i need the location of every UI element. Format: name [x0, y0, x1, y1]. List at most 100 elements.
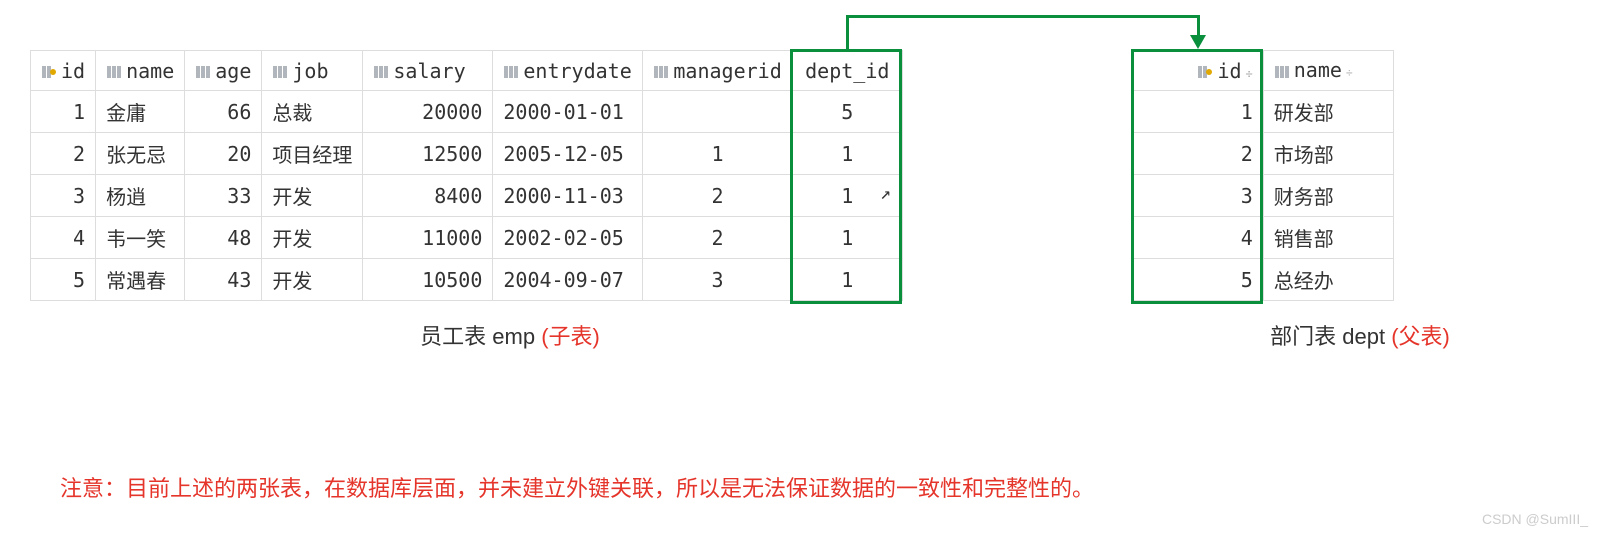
table-row[interactable]: 1金庸66总裁200002000-01-01 5 — [31, 91, 903, 133]
connector-line — [1197, 15, 1200, 37]
emp-header-age-label: age — [215, 59, 251, 83]
emp-header-age[interactable]: age — [185, 51, 262, 91]
emp-header-job[interactable]: job — [262, 51, 363, 91]
dept-caption-red: (父表) — [1391, 324, 1450, 349]
cell-salary: 11000 — [363, 217, 493, 259]
cell-entrydate: 2004-09-07 — [493, 259, 643, 301]
cell-name: 金庸 — [96, 91, 185, 133]
cell-id: 3 — [31, 175, 96, 217]
dept-header-id[interactable]: id ÷ — [1133, 51, 1263, 91]
emp-header-name[interactable]: name — [96, 51, 185, 91]
cell-managerid: 2 — [643, 217, 792, 259]
cell-salary: 8400 — [363, 175, 493, 217]
table-row[interactable]: 3杨逍33开发84002000-11-0321 — [31, 175, 903, 217]
cell-id: 1 — [1133, 91, 1263, 133]
dept-header-id-label: id — [1217, 59, 1241, 83]
cell-id: 5 — [31, 259, 96, 301]
cell-deptid: 1 — [792, 217, 902, 259]
sort-indicator-icon: ÷ — [1346, 66, 1353, 80]
cell-name: 市场部 — [1263, 133, 1393, 175]
emp-header-deptid[interactable]: dept_id — [792, 51, 902, 91]
emp-header-deptid-label: dept_id — [805, 59, 889, 83]
emp-header-name-label: name — [126, 59, 174, 83]
cell-salary: 12500 — [363, 133, 493, 175]
emp-header-salary-label: salary — [393, 59, 465, 83]
cell-salary: 20000 — [363, 91, 493, 133]
table-row[interactable]: 3财务部 — [1133, 175, 1393, 217]
column-icon — [272, 64, 288, 80]
caption-row: 员工表 emp (子表) 部门表 dept (父表) — [30, 319, 1568, 351]
cell-name: 财务部 — [1263, 175, 1393, 217]
cell-name: 销售部 — [1263, 217, 1393, 259]
cell-id: 1 — [31, 91, 96, 133]
cell-deptid: 1 — [792, 259, 902, 301]
table-row[interactable]: 4韦一笑48开发110002002-02-0521 — [31, 217, 903, 259]
connector-line — [846, 15, 849, 49]
column-icon — [373, 64, 389, 80]
emp-caption-red: (子表) — [541, 324, 600, 349]
emp-header-id-label: id — [61, 59, 85, 83]
cell-job: 开发 — [262, 217, 363, 259]
cell-managerid: 1 — [643, 133, 792, 175]
cell-job: 开发 — [262, 259, 363, 301]
table-row[interactable]: 2市场部 — [1133, 133, 1393, 175]
cell-name: 韦一笑 — [96, 217, 185, 259]
emp-header-managerid-label: managerid — [673, 59, 781, 83]
cell-id: 4 — [31, 217, 96, 259]
emp-header-job-label: job — [292, 59, 328, 83]
cell-id: 5 — [1133, 259, 1263, 301]
table-row[interactable]: 1研发部 — [1133, 91, 1393, 133]
cell-id: 2 — [31, 133, 96, 175]
cell-id: 2 — [1133, 133, 1263, 175]
table-row[interactable]: 4销售部 — [1133, 217, 1393, 259]
emp-header-entrydate[interactable]: entrydate — [493, 51, 643, 91]
cell-age: 48 — [185, 217, 262, 259]
column-icon — [195, 64, 211, 80]
sort-indicator-icon: ÷ — [1246, 67, 1253, 81]
cell-deptid: 1 — [792, 133, 902, 175]
emp-header-managerid[interactable]: managerid — [643, 51, 792, 91]
dept-caption: 部门表 dept (父表) — [1220, 319, 1500, 351]
cell-salary: 10500 — [363, 259, 493, 301]
column-icon — [653, 64, 669, 80]
emp-table-wrap: id name age job salary entrydate manager… — [30, 50, 903, 301]
emp-header-salary[interactable]: salary — [363, 51, 493, 91]
cell-job: 总裁 — [262, 91, 363, 133]
table-row[interactable]: 5常遇春43开发105002004-09-0731 — [31, 259, 903, 301]
emp-header-entrydate-label: entrydate — [523, 59, 631, 83]
cell-managerid: 3 — [643, 259, 792, 301]
cell-id: 3 — [1133, 175, 1263, 217]
cell-entrydate: 2000-11-03 — [493, 175, 643, 217]
dept-header-name[interactable]: name÷ — [1263, 51, 1393, 91]
column-icon — [503, 64, 519, 80]
watermark-text: CSDN @SumIII_ — [1482, 511, 1588, 527]
emp-caption: 员工表 emp (子表) — [30, 319, 990, 351]
cell-id: 4 — [1133, 217, 1263, 259]
cell-entrydate: 2005-12-05 — [493, 133, 643, 175]
emp-header-id[interactable]: id — [31, 51, 96, 91]
dept-table-wrap: id ÷ name÷ 1研发部2市场部3财务部4销售部5总经办 — [1133, 50, 1394, 301]
connector-line — [846, 15, 1200, 18]
cell-job: 开发 — [262, 175, 363, 217]
cell-deptid: 1 — [792, 175, 902, 217]
cell-entrydate: 2000-01-01 — [493, 91, 643, 133]
notice-text: 注意：目前上述的两张表，在数据库层面，并未建立外键关联，所以是无法保证数据的一致… — [30, 471, 1568, 503]
cell-managerid — [643, 91, 792, 133]
cell-deptid: 5 — [792, 91, 902, 133]
table-row[interactable]: 2张无忌20项目经理125002005-12-0511 — [31, 133, 903, 175]
cell-age: 33 — [185, 175, 262, 217]
tables-container: id name age job salary entrydate manager… — [30, 50, 1568, 301]
table-row[interactable]: 5总经办 — [1133, 259, 1393, 301]
cell-age: 43 — [185, 259, 262, 301]
column-icon — [106, 64, 122, 80]
pk-icon — [41, 64, 57, 80]
cell-age: 20 — [185, 133, 262, 175]
cell-age: 66 — [185, 91, 262, 133]
pk-icon — [1197, 64, 1213, 80]
dept-table: id ÷ name÷ 1研发部2市场部3财务部4销售部5总经办 — [1133, 50, 1394, 301]
column-icon — [1274, 64, 1290, 80]
emp-caption-prefix: 员工表 emp — [420, 324, 541, 349]
emp-table: id name age job salary entrydate manager… — [30, 50, 903, 301]
cell-name: 杨逍 — [96, 175, 185, 217]
cell-managerid: 2 — [643, 175, 792, 217]
